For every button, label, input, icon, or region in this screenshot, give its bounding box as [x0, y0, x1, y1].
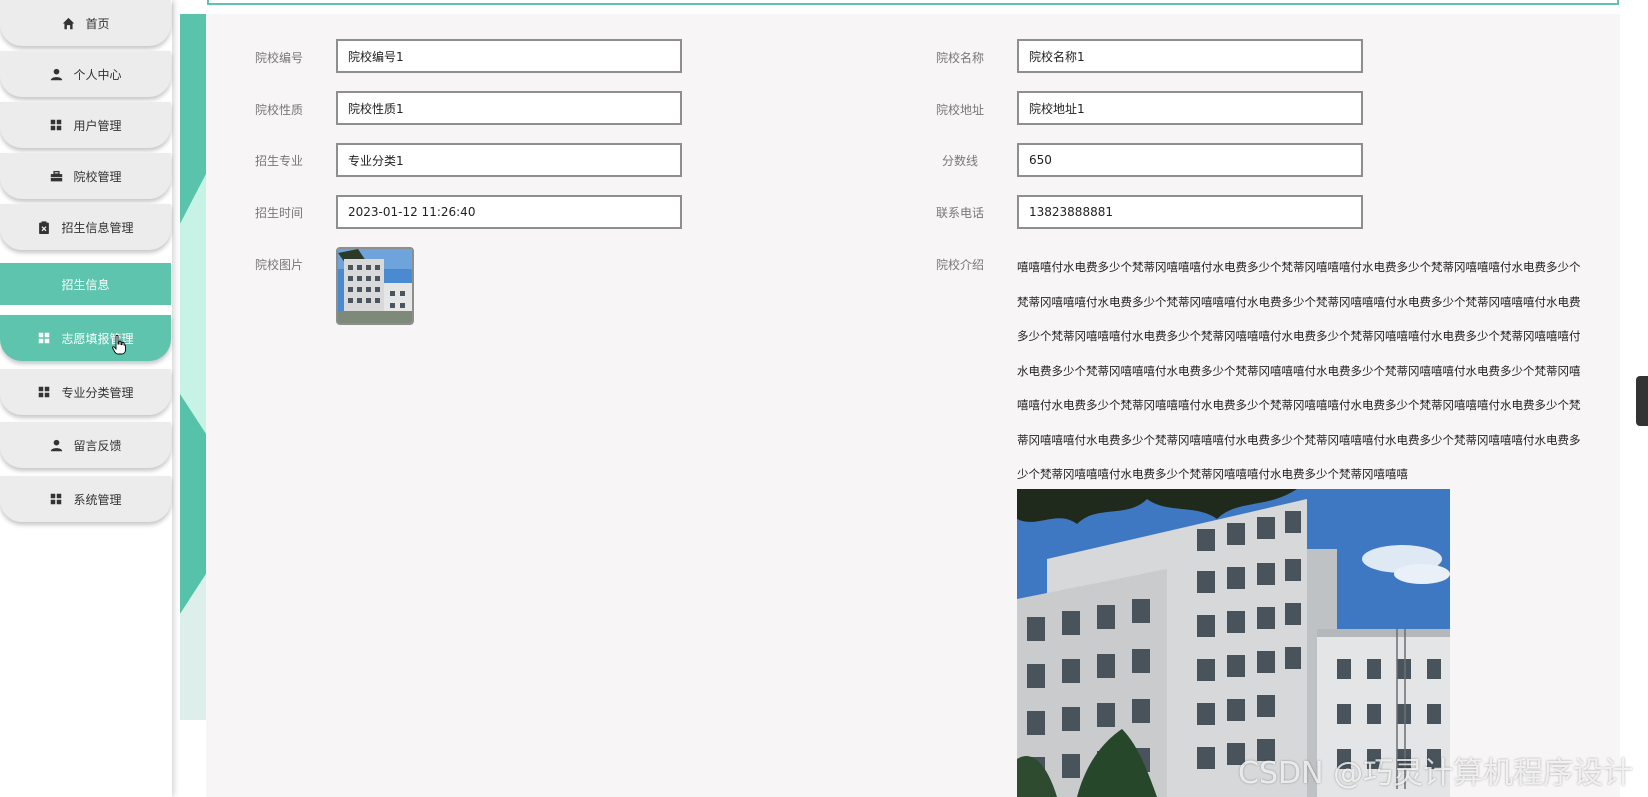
- school-name-label: 院校名称: [936, 51, 985, 65]
- school-intro-label: 院校介绍: [936, 258, 985, 272]
- sidebar-item-label: 院校管理: [73, 169, 122, 184]
- grid-icon: [49, 118, 63, 132]
- decorative-strip: [180, 14, 206, 720]
- enroll-time-label: 招生时间: [255, 206, 304, 220]
- sidebar-item-schools[interactable]: 院校管理: [0, 153, 171, 199]
- school-address-field[interactable]: 院校地址1: [1017, 91, 1363, 125]
- grid-icon: [49, 492, 63, 506]
- sidebar-item-label: 留言反馈: [73, 438, 122, 453]
- briefcase-icon: [49, 169, 63, 183]
- score-line-field[interactable]: 650: [1017, 143, 1363, 177]
- sidebar-item-label: 招生信息: [61, 277, 110, 292]
- home-icon: [61, 16, 75, 30]
- clipboard-icon: [37, 220, 51, 234]
- major-label: 招生专业: [255, 154, 304, 168]
- school-type-field[interactable]: 院校性质1: [336, 91, 682, 125]
- school-no-label: 院校编号: [255, 51, 304, 65]
- major-field[interactable]: 专业分类1: [336, 143, 682, 177]
- sidebar-item-profile[interactable]: 个人中心: [0, 51, 171, 97]
- grid-icon: [37, 331, 51, 345]
- sidebar-item-application-manage[interactable]: 志愿填报管理: [0, 315, 171, 361]
- hand-cursor-icon: [112, 335, 126, 355]
- school-type-label: 院校性质: [255, 103, 304, 117]
- sidebar-item-label: 个人中心: [73, 67, 122, 82]
- phone-field[interactable]: 13823888881: [1017, 195, 1363, 229]
- user-icon: [49, 67, 63, 81]
- sidebar: 首页 个人中心 用户管理 院校管理 招生信息管理 招生信息 志愿填报管理 专业分…: [0, 0, 172, 797]
- school-address-label: 院校地址: [936, 103, 985, 117]
- sidebar-item-feedback[interactable]: 留言反馈: [0, 422, 171, 468]
- sidebar-item-label: 系统管理: [73, 492, 122, 507]
- sidebar-item-label: 专业分类管理: [61, 385, 134, 400]
- sidebar-item-enrollment-manage[interactable]: 招生信息管理: [0, 204, 171, 250]
- grid-icon: [37, 385, 51, 399]
- sidebar-item-label: 招生信息管理: [61, 220, 134, 235]
- school-intro-text: 嘻嘻嘻付水电费多少个梵蒂冈嘻嘻嘻付水电费多少个梵蒂冈嘻嘻嘻付水电费多少个梵蒂冈嘻…: [1017, 260, 1581, 481]
- enroll-time-field[interactable]: 2023-01-12 11:26:40: [336, 195, 682, 229]
- sidebar-item-major-category[interactable]: 专业分类管理: [0, 369, 171, 415]
- content-top-border: [207, 0, 1619, 5]
- school-image-label: 院校图片: [255, 258, 304, 272]
- sidebar-item-label: 用户管理: [73, 118, 122, 133]
- sidebar-item-label: 首页: [85, 16, 110, 31]
- sidebar-item-system[interactable]: 系统管理: [0, 476, 171, 522]
- score-line-label: 分数线: [942, 154, 979, 168]
- sidebar-item-users[interactable]: 用户管理: [0, 102, 171, 148]
- phone-label: 联系电话: [936, 206, 985, 220]
- watermark-text: CSDN @巧灵计算机程序设计: [1238, 756, 1634, 791]
- school-name-field[interactable]: 院校名称1: [1017, 39, 1363, 73]
- school-image-thumbnail[interactable]: [336, 247, 414, 325]
- sidebar-subitem-enrollment-info[interactable]: 招生信息: [0, 263, 171, 305]
- school-no-field[interactable]: 院校编号1: [336, 39, 682, 73]
- right-edge-tab[interactable]: [1636, 376, 1648, 426]
- sidebar-item-home[interactable]: 首页: [0, 0, 171, 46]
- user-icon: [49, 438, 63, 452]
